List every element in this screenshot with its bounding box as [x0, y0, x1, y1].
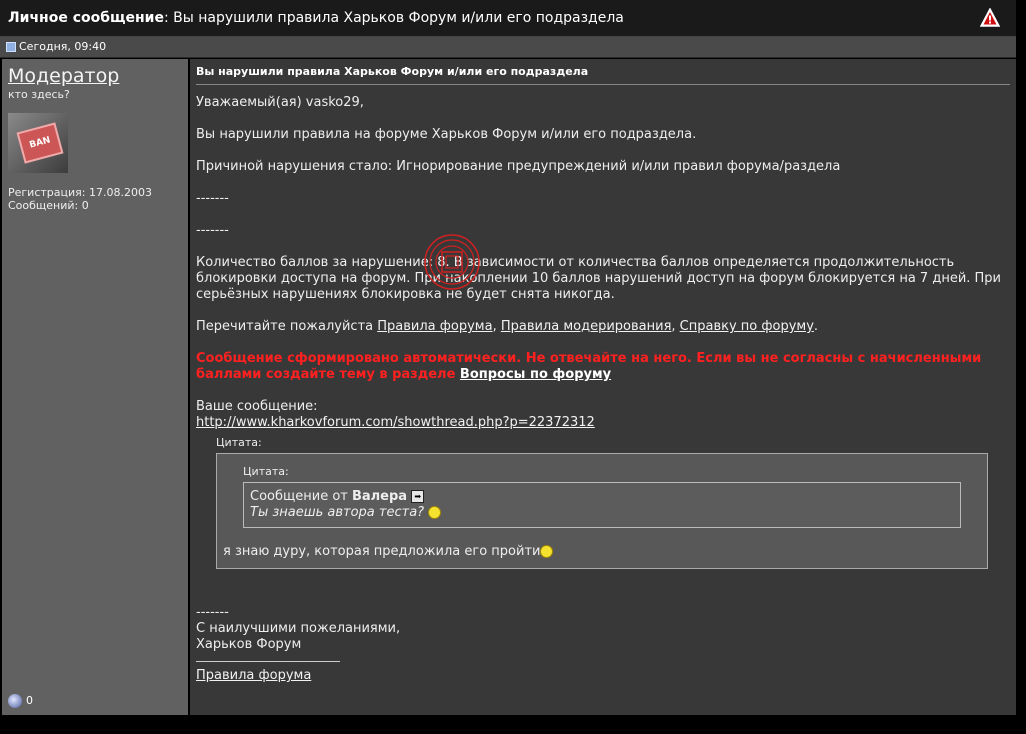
- post-icon: [6, 42, 16, 52]
- title-divider: [196, 84, 1010, 85]
- page-title-bold: Личное сообщение: [8, 10, 164, 26]
- page-title-rest: : Вы нарушили правила Харьков Форум и/ил…: [163, 10, 624, 26]
- post-date-bar: Сегодня, 09:40: [0, 37, 1016, 58]
- page-title: Личное сообщение: Вы нарушили правила Ха…: [8, 10, 624, 26]
- avatar: BAN: [8, 113, 68, 173]
- separator-dashes: -------: [196, 223, 229, 238]
- quote-from-prefix: Сообщение от: [250, 489, 352, 504]
- comma: ,: [492, 319, 501, 334]
- quote-label: Цитата:: [216, 436, 262, 449]
- signature-divider: [196, 661, 340, 662]
- quote-block: Цитата: Сообщение от Валера ➡ Ты знаешь …: [216, 453, 988, 569]
- quote-author: Валера: [351, 489, 408, 504]
- forum-questions-link[interactable]: Вопросы по форуму: [460, 367, 611, 382]
- post-count: Сообщений: 0: [8, 199, 89, 212]
- rules-link[interactable]: Правила форума: [377, 319, 492, 334]
- message-title: Вы нарушили правила Харьков Форум и/или …: [196, 65, 589, 78]
- paperclip-icon: 0: [26, 694, 33, 707]
- message-panel: Вы нарушили правила Харьков Форум и/или …: [190, 59, 1016, 715]
- signature-rules-link[interactable]: Правила форума: [196, 668, 311, 683]
- your-message-label: Ваше сообщение:: [196, 399, 318, 414]
- view-post-arrow-icon[interactable]: ➡: [411, 490, 425, 503]
- reread-prefix: Перечитайте пожалуйста: [196, 319, 378, 334]
- username-link[interactable]: Модератор: [8, 65, 119, 87]
- inner-quote-block: Сообщение от Валера ➡ Ты знаешь автора т…: [243, 482, 961, 528]
- quote-text: Ты знаешь автора теста?: [250, 505, 954, 521]
- message-body: Уважаемый(ая) vasko29, Вы нарушили прави…: [196, 95, 1008, 684]
- help-link[interactable]: Справку по форуму: [680, 319, 814, 334]
- warning-triangle-icon[interactable]: [980, 8, 1000, 28]
- comma: ,: [671, 319, 680, 334]
- auto-notice: Сообщение сформировано автоматически. Не…: [196, 351, 1008, 383]
- quote-source: Сообщение от Валера ➡: [250, 489, 954, 505]
- post-date: Сегодня, 09:40: [19, 40, 107, 53]
- quote-reply: я знаю дуру, которая предложила его прой…: [223, 544, 987, 560]
- regards: С наилучшими пожеланиями,: [196, 621, 401, 636]
- status-icons: 0: [8, 693, 33, 708]
- title-bar: Личное сообщение: Вы нарушили правила Ха…: [0, 0, 1016, 37]
- user-title: кто здесь?: [8, 88, 70, 101]
- violation-reason: Причиной нарушения стало: Игнорирование …: [196, 159, 841, 174]
- smile-icon: [540, 545, 554, 558]
- moderation-rules-link[interactable]: Правила модерирования: [501, 319, 672, 334]
- user-info: Регистрация: 17.08.2003 Сообщений: 0: [8, 186, 152, 212]
- separator-dashes: -------: [196, 605, 229, 620]
- greeting: Уважаемый(ая) vasko29,: [196, 95, 364, 110]
- online-status-icon[interactable]: [8, 693, 22, 708]
- inner-quote-label: Цитата:: [243, 465, 289, 478]
- quote-reply-text: я знаю дуру, которая предложила его прой…: [223, 544, 541, 559]
- post-url-link[interactable]: http://www.kharkovforum.com/showthread.p…: [196, 415, 595, 430]
- avatar-ban-key: BAN: [16, 122, 64, 164]
- user-sidebar: Модератор кто здесь? BAN Регистрация: 17…: [2, 59, 188, 715]
- period: .: [813, 319, 819, 334]
- signature-name: Харьков Форум: [196, 637, 302, 652]
- points-info: Количество баллов за нарушение: 8. В зав…: [196, 255, 1002, 302]
- registration-date: Регистрация: 17.08.2003: [8, 186, 152, 199]
- violation-line: Вы нарушили правила на форуме Харьков Фо…: [196, 127, 697, 142]
- thinking-smiley-icon: [428, 506, 442, 519]
- reread-line: Перечитайте пожалуйста Правила форума, П…: [196, 319, 1008, 335]
- separator-dashes: -------: [196, 191, 229, 206]
- quote-text-body: Ты знаешь автора теста?: [250, 505, 425, 520]
